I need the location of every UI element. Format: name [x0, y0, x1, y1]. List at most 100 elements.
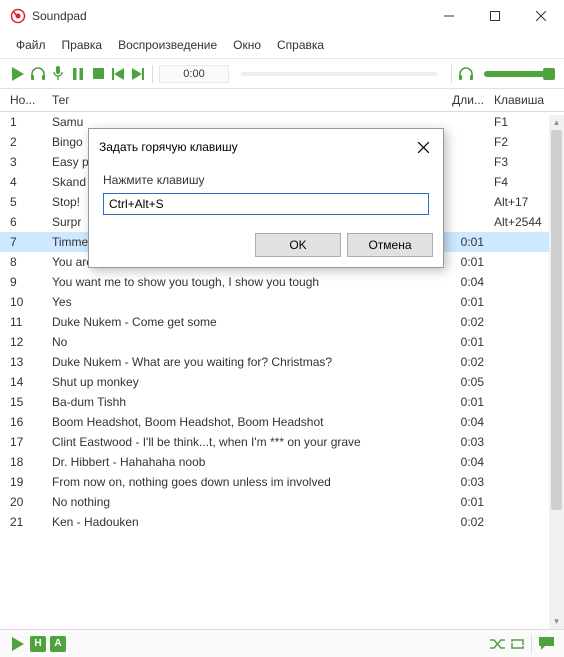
menubar: Файл Правка Воспроизведение Окно Справка	[0, 32, 564, 59]
col-hotkey[interactable]: Клавиша	[484, 93, 554, 107]
ok-button[interactable]: OK	[255, 233, 341, 257]
time-display: 0:00	[159, 65, 229, 83]
cell-duration: 0:01	[436, 395, 484, 409]
cell-duration: 0:02	[436, 355, 484, 369]
table-row[interactable]: 11Duke Nukem - Come get some0:02	[0, 312, 564, 332]
mode-h-button[interactable]: Н	[30, 636, 46, 652]
cell-no: 9	[10, 275, 52, 289]
cell-tag: Dr. Hibbert - Hahahaha noob	[52, 455, 436, 469]
scroll-thumb[interactable]	[551, 130, 562, 510]
headphones-icon[interactable]	[30, 65, 46, 83]
col-tag[interactable]: Тег	[52, 93, 436, 107]
table-row[interactable]: 20No nothing0:01	[0, 492, 564, 512]
cell-no: 13	[10, 355, 52, 369]
minimize-button[interactable]	[426, 0, 472, 32]
cell-no: 12	[10, 335, 52, 349]
table-row[interactable]: 14Shut up monkey0:05	[0, 372, 564, 392]
cell-tag: No	[52, 335, 436, 349]
mic-icon[interactable]	[50, 65, 66, 83]
cell-no: 4	[10, 175, 52, 189]
col-number[interactable]: Но...	[10, 93, 52, 107]
headphones-vol-icon[interactable]	[458, 65, 474, 83]
separator	[152, 65, 153, 83]
col-duration[interactable]: Дли...	[436, 93, 484, 107]
cell-duration: 0:04	[436, 275, 484, 289]
table-row[interactable]: 13Duke Nukem - What are you waiting for?…	[0, 352, 564, 372]
shuffle-icon[interactable]	[489, 635, 505, 653]
cell-duration: 0:03	[436, 435, 484, 449]
table-row[interactable]: 19From now on, nothing goes down unless …	[0, 472, 564, 492]
cell-hotkey	[484, 395, 554, 409]
cell-hotkey: F1	[484, 115, 554, 129]
mode-a-button[interactable]: А	[50, 636, 66, 652]
cell-tag: From now on, nothing goes down unless im…	[52, 475, 436, 489]
cell-tag: Duke Nukem - Come get some	[52, 315, 436, 329]
menu-window[interactable]: Окно	[227, 34, 267, 56]
cell-no: 14	[10, 375, 52, 389]
menu-file[interactable]: Файл	[10, 34, 52, 56]
play-icon[interactable]	[10, 65, 26, 83]
repeat-icon[interactable]	[509, 635, 525, 653]
play-bottom-icon[interactable]	[10, 635, 26, 653]
cell-tag: Ba-dum Tishh	[52, 395, 436, 409]
cell-tag: Ken - Hadouken	[52, 515, 436, 529]
table-row[interactable]: 10Yes0:01	[0, 292, 564, 312]
table-row[interactable]: 18Dr. Hibbert - Hahahaha noob0:04	[0, 452, 564, 472]
cell-hotkey	[484, 515, 554, 529]
cell-duration: 0:05	[436, 375, 484, 389]
scroll-down-arrow[interactable]: ▾	[549, 614, 564, 629]
cell-hotkey	[484, 435, 554, 449]
cell-tag: You want me to show you tough, I show yo…	[52, 275, 436, 289]
cell-tag: Clint Eastwood - I'll be think...t, when…	[52, 435, 436, 449]
prev-icon[interactable]	[110, 65, 126, 83]
scroll-up-arrow[interactable]: ▴	[549, 115, 564, 130]
cell-hotkey	[484, 375, 554, 389]
hotkey-input[interactable]	[103, 193, 429, 215]
chat-icon[interactable]	[538, 635, 554, 653]
table-row[interactable]: 9You want me to show you tough, I show y…	[0, 272, 564, 292]
cell-tag: Samu	[52, 115, 436, 129]
table-header: Но... Тег Дли... Клавиша	[0, 89, 564, 112]
cell-hotkey	[484, 235, 554, 249]
cell-no: 20	[10, 495, 52, 509]
cell-hotkey: F3	[484, 155, 554, 169]
dialog-prompt-label: Нажмите клавишу	[103, 173, 429, 187]
cell-duration: 0:04	[436, 415, 484, 429]
cell-duration: 0:01	[436, 495, 484, 509]
cell-hotkey	[484, 275, 554, 289]
cell-no: 10	[10, 295, 52, 309]
window-title: Soundpad	[32, 9, 426, 23]
table-row[interactable]: 17Clint Eastwood - I'll be think...t, wh…	[0, 432, 564, 452]
menu-playback[interactable]: Воспроизведение	[112, 34, 223, 56]
volume-slider[interactable]	[484, 71, 554, 77]
dialog-titlebar: Задать горячую клавишу	[89, 129, 443, 165]
table-row[interactable]: 15Ba-dum Tishh0:01	[0, 392, 564, 412]
separator	[451, 65, 452, 83]
next-icon[interactable]	[130, 65, 146, 83]
pause-icon[interactable]	[70, 65, 86, 83]
cell-hotkey: F2	[484, 135, 554, 149]
table-row[interactable]: 12No0:01	[0, 332, 564, 352]
menu-help[interactable]: Справка	[271, 34, 330, 56]
dialog-title: Задать горячую клавишу	[99, 140, 411, 154]
hotkey-dialog: Задать горячую клавишу Нажмите клавишу O…	[88, 128, 444, 268]
maximize-button[interactable]	[472, 0, 518, 32]
cell-duration: 0:02	[436, 515, 484, 529]
stop-icon[interactable]	[90, 65, 106, 83]
cell-duration: 0:04	[436, 455, 484, 469]
menu-edit[interactable]: Правка	[56, 34, 109, 56]
titlebar: Soundpad	[0, 0, 564, 32]
cell-hotkey	[484, 335, 554, 349]
table-row[interactable]: 21Ken - Hadouken0:02	[0, 512, 564, 532]
close-button[interactable]	[518, 0, 564, 32]
cancel-button[interactable]: Отмена	[347, 233, 433, 257]
cell-tag: Shut up monkey	[52, 375, 436, 389]
vertical-scrollbar[interactable]: ▴ ▾	[549, 115, 564, 629]
cell-tag: Duke Nukem - What are you waiting for? C…	[52, 355, 436, 369]
cell-hotkey	[484, 355, 554, 369]
cell-hotkey	[484, 255, 554, 269]
table-row[interactable]: 16Boom Headshot, Boom Headshot, Boom Hea…	[0, 412, 564, 432]
cell-no: 19	[10, 475, 52, 489]
progress-bar[interactable]	[241, 72, 437, 76]
dialog-close-button[interactable]	[411, 135, 435, 159]
